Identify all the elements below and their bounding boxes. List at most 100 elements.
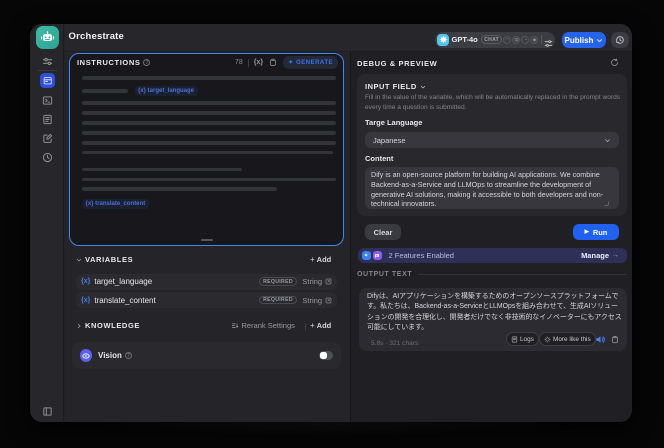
skeleton-text-bar: [82, 177, 336, 181]
sidebar-item-logs-icon[interactable]: [42, 114, 53, 125]
required-badge: REQUIRED: [258, 295, 298, 305]
copy-prompt-icon[interactable]: [269, 58, 277, 67]
rerank-settings-button[interactable]: Rerank Settings: [231, 321, 295, 330]
logs-label: Logs: [520, 335, 534, 343]
skeleton-text-bar: [82, 141, 336, 145]
output-title: OUTPUT TEXT: [357, 271, 413, 278]
feature-conversation-opener-icon: ✦: [361, 251, 371, 260]
instructions-header: INSTRUCTIONS ? 78 {x} ✦ GENERATE: [70, 54, 343, 71]
content-textarea[interactable]: Dify is an open-source platform for buil…: [365, 167, 619, 209]
debug-panel: DEBUG & PREVIEW INPUT FIELD Fill in the …: [350, 52, 632, 422]
variables-section-header[interactable]: VARIABLES: [76, 255, 133, 264]
vision-toggle[interactable]: [319, 351, 333, 360]
instructions-title: INSTRUCTIONS: [77, 58, 141, 67]
chevron-down-icon: [420, 84, 426, 90]
toggle-knob: [320, 352, 327, 359]
run-button[interactable]: ▶ Run: [573, 224, 619, 240]
restart-icon[interactable]: [610, 57, 619, 67]
features-bar[interactable]: ✦ 2 Features Enabled Manage →: [358, 248, 627, 263]
variable-chip-target-language[interactable]: {x} target_language: [134, 85, 198, 96]
model-params-icon[interactable]: [544, 35, 553, 47]
logs-button[interactable]: Logs: [506, 332, 539, 346]
speaker-icon[interactable]: [595, 334, 606, 345]
input-field-card: INPUT FIELD Fill in the value of the var…: [357, 74, 627, 216]
variable-settings-icon[interactable]: [325, 278, 332, 285]
vision-feature-card: Vision ?: [72, 342, 341, 369]
app-logo-robot-icon[interactable]: [36, 26, 59, 49]
capability-globe-icon: ◠: [503, 35, 512, 44]
chevron-down-icon: [604, 137, 611, 144]
clear-label: Clear: [373, 227, 393, 237]
variable-row-target-language[interactable]: {x} target_language REQUIRED String: [76, 273, 337, 290]
output-divider: [418, 274, 627, 275]
target-language-value: Japanese: [373, 135, 406, 145]
sidebar-item-orchestrate[interactable]: [40, 73, 55, 88]
clear-button[interactable]: Clear: [365, 224, 401, 240]
variable-chip-translate-content[interactable]: {x} translate_content: [82, 199, 149, 209]
header-divider: [247, 58, 249, 67]
variable-settings-icon[interactable]: [325, 297, 332, 304]
sidebar: [30, 24, 64, 422]
insert-variable-icon[interactable]: {x}: [254, 59, 263, 66]
sparkle-icon: ✦: [288, 60, 294, 66]
screen: Orchestrate GPT-4o CHAT ◠ ▤ ◔ ◉ Publish …: [0, 0, 664, 448]
sliders-icon[interactable]: [42, 56, 53, 67]
topbar: Orchestrate GPT-4o CHAT ◠ ▤ ◔ ◉ Publish: [65, 24, 632, 52]
target-language-select[interactable]: Japanese: [365, 132, 619, 148]
skeleton-text-bar: [82, 89, 128, 93]
variable-icon: {x}: [81, 296, 91, 304]
capability-vision-icon: ◉: [530, 35, 539, 44]
vision-label: Vision: [98, 351, 122, 360]
plus-icon: +: [310, 255, 315, 264]
add-knowledge-button[interactable]: + Add: [310, 321, 331, 330]
input-field-header[interactable]: INPUT FIELD: [365, 82, 426, 91]
variable-row-translate-content[interactable]: {x} translate_content REQUIRED String: [76, 292, 337, 308]
model-selector[interactable]: GPT-4o CHAT ◠ ▤ ◔ ◉: [435, 31, 555, 48]
feature-citations-icon: [372, 251, 382, 260]
run-label: Run: [592, 227, 608, 237]
character-count: 78: [234, 59, 243, 66]
collapse-sidebar-icon[interactable]: [42, 406, 53, 417]
variables-title: VARIABLES: [85, 255, 134, 264]
add-variable-button[interactable]: + Add: [310, 255, 331, 264]
pill-divider: [540, 35, 542, 44]
features-enabled-text: 2 Features Enabled: [388, 251, 454, 260]
output-text: Difyは、AIアプリケーションを構築するためのオープンソースプラットフォームで…: [367, 293, 622, 332]
help-icon: ?: [143, 59, 151, 66]
knowledge-section-header[interactable]: KNOWLEDGE: [76, 321, 140, 330]
required-badge: REQUIRED: [258, 277, 298, 286]
sidebar-item-terminal-icon[interactable]: [42, 95, 53, 106]
knowledge-title: KNOWLEDGE: [85, 321, 140, 330]
more-like-this-label: More like this: [553, 335, 591, 343]
plus-icon: +: [310, 321, 315, 330]
content-label: Content: [365, 154, 394, 163]
publish-button[interactable]: Publish: [562, 32, 606, 48]
config-panel: INSTRUCTIONS ? 78 {x} ✦ GENERATE {x} tar…: [65, 52, 350, 422]
openai-model-icon: [437, 33, 449, 46]
textarea-resize-icon[interactable]: [604, 201, 609, 206]
more-like-this-button[interactable]: More like this: [539, 332, 596, 346]
debug-title: DEBUG & PREVIEW: [357, 58, 438, 68]
vision-eye-icon: [79, 349, 92, 362]
capability-audio-icon: ◔: [521, 35, 530, 44]
add-label: Add: [316, 321, 332, 330]
copy-icon[interactable]: [611, 335, 619, 345]
output-card: Difyは、AIアプリケーションを構築するためのオープンソースプラットフォームで…: [359, 288, 627, 351]
model-mode-badge: CHAT: [480, 35, 503, 44]
variable-type: String: [302, 277, 322, 286]
manage-label: Manage: [581, 251, 609, 260]
generate-button[interactable]: ✦ GENERATE: [283, 56, 338, 69]
app-window: Orchestrate GPT-4o CHAT ◠ ▤ ◔ ◉ Publish …: [30, 24, 632, 422]
sidebar-item-monitoring-icon[interactable]: [42, 152, 53, 163]
version-history-button[interactable]: [611, 32, 629, 48]
instructions-editor[interactable]: INSTRUCTIONS ? 78 {x} ✦ GENERATE {x} tar…: [69, 53, 344, 246]
resize-handle[interactable]: [201, 239, 213, 241]
output-meta: 5.8s · 321 chars: [371, 339, 419, 347]
manage-features-button[interactable]: Manage →: [581, 251, 619, 260]
capability-document-icon: ▤: [512, 35, 521, 44]
rerank-label: Rerank Settings: [241, 321, 295, 330]
skeleton-text-bar: [82, 131, 336, 135]
knowledge-divider: [305, 323, 306, 331]
skeleton-text-bar: [82, 76, 336, 80]
sidebar-item-annotation-icon[interactable]: [42, 133, 53, 144]
